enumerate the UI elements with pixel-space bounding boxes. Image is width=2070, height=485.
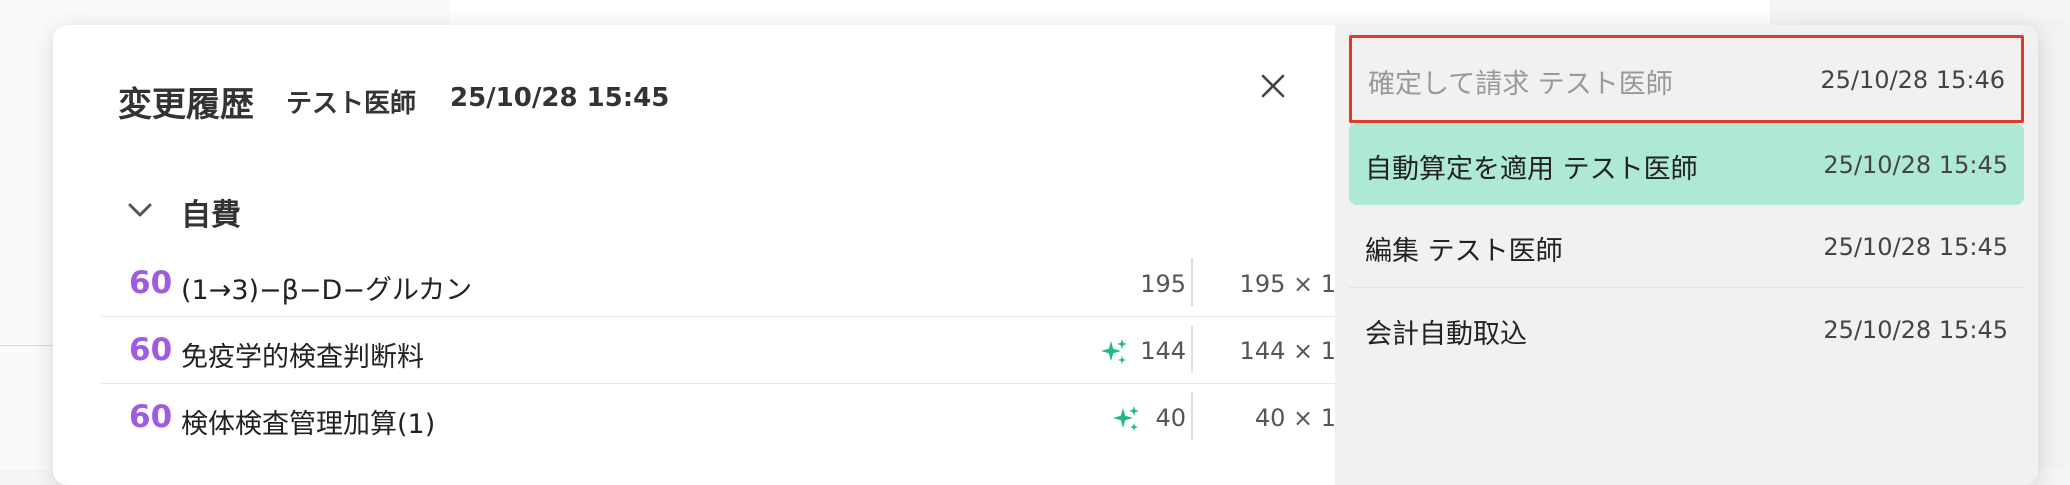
sparkle-icon xyxy=(1099,337,1129,367)
history-action: 会計自動取込 xyxy=(1365,319,1527,350)
column-divider xyxy=(1191,258,1193,306)
column-divider xyxy=(1191,325,1193,373)
column-divider xyxy=(1191,392,1193,440)
item-points: 60 xyxy=(129,265,173,301)
item-points: 60 xyxy=(129,332,173,368)
background-divider xyxy=(0,345,60,346)
history-list-pane: 確定して請求 テスト医師 25/10/28 15:46 自動算定を適用 テスト医… xyxy=(1335,25,2038,485)
item-amount: 195 xyxy=(1140,270,1186,298)
change-history-modal: 変更履歴 テスト医師 25/10/28 15:45 自費 60 (1→3)−β−… xyxy=(53,25,2038,485)
history-item-confirm-billing[interactable]: 確定して請求 テスト医師 25/10/28 15:46 xyxy=(1349,35,2024,123)
history-timestamp: 25/10/28 15:46 xyxy=(1820,66,2005,94)
close-button[interactable] xyxy=(1248,61,1298,111)
item-row: 60 検体検査管理加算(1) 40 40 × 1 xyxy=(101,384,1351,450)
item-amount: 40 xyxy=(1155,404,1186,432)
section-collapse-toggle[interactable] xyxy=(126,196,154,224)
background-top-strip xyxy=(450,0,1770,25)
item-multiplier: 144 × 1 xyxy=(1239,337,1336,365)
history-timestamp: 25/10/28 15:45 xyxy=(1823,316,2008,344)
item-list: 60 (1→3)−β−D−グルカン 195 195 × 1 60 免疫学的検査判… xyxy=(101,250,1351,450)
history-timestamp: 25/10/28 15:45 xyxy=(1823,151,2008,179)
item-name: (1→3)−β−D−グルカン xyxy=(181,275,473,306)
section-label: 自費 xyxy=(181,198,241,233)
item-multiplier: 40 × 1 xyxy=(1254,404,1336,432)
item-row: 60 免疫学的検査判断料 144 144 × 1 xyxy=(101,317,1351,384)
history-list: 確定して請求 テスト医師 25/10/28 15:46 自動算定を適用 テスト医… xyxy=(1335,35,2038,370)
history-item-import[interactable]: 会計自動取込 25/10/28 15:45 xyxy=(1349,288,2024,370)
item-multiplier: 195 × 1 xyxy=(1239,270,1336,298)
modal-title: 変更履歴 xyxy=(118,85,254,125)
chevron-down-icon xyxy=(128,203,152,217)
history-action: 自動算定を適用 テスト医師 xyxy=(1365,154,1698,185)
item-name: 免疫学的検査判断料 xyxy=(181,342,424,373)
history-timestamp: 25/10/28 15:45 xyxy=(1823,233,2008,261)
item-amount: 144 xyxy=(1140,337,1186,365)
modal-author: テスト医師 xyxy=(286,89,417,119)
history-detail-pane: 変更履歴 テスト医師 25/10/28 15:45 自費 60 (1→3)−β−… xyxy=(53,25,1351,485)
history-item-edit[interactable]: 編集 テスト医師 25/10/28 15:45 xyxy=(1349,205,2024,288)
history-action: 編集 テスト医師 xyxy=(1365,236,1563,267)
item-name: 検体検査管理加算(1) xyxy=(181,409,436,440)
history-item-auto-calc[interactable]: 自動算定を適用 テスト医師 25/10/28 15:45 xyxy=(1349,123,2024,205)
item-points: 60 xyxy=(129,399,173,435)
history-action: 確定して請求 テスト医師 xyxy=(1368,69,1673,100)
modal-timestamp: 25/10/28 15:45 xyxy=(450,83,670,113)
close-icon xyxy=(1261,74,1285,98)
sparkle-icon xyxy=(1111,404,1141,434)
item-row: 60 (1→3)−β−D−グルカン 195 195 × 1 xyxy=(101,250,1351,317)
